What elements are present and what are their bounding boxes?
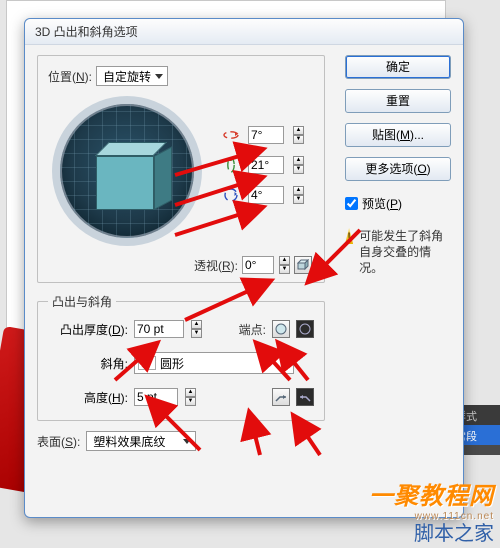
surface-label: 表面(S):	[37, 433, 80, 450]
extrude-depth-value[interactable]: 70 pt	[134, 320, 184, 338]
extrude-depth-label: 凸出厚度(D):	[48, 321, 128, 338]
preview-label: 预览(P)	[362, 195, 402, 212]
cap-on-button[interactable]	[272, 320, 290, 338]
more-options-button[interactable]: 更多选项(O)	[345, 157, 451, 181]
perspective-value[interactable]: 0°	[242, 256, 274, 274]
bevel-in-button[interactable]	[272, 388, 290, 406]
cap-off-button[interactable]	[296, 320, 314, 338]
group-position: 位置(N): 自定旋转 7° ▲▼	[37, 55, 325, 283]
watermark-site1: 一聚教程网 www.111cn.net	[369, 476, 494, 522]
bevel-height-value[interactable]: 5 pt	[134, 388, 178, 406]
bevel-height-label: 高度(H):	[48, 389, 128, 406]
map-art-button[interactable]: 贴图(M)...	[345, 123, 451, 147]
reset-button[interactable]: 重置	[345, 89, 451, 113]
cube-preview[interactable]	[52, 96, 202, 246]
dialog-3d-extrude-bevel: 3D 凸出和斜角选项 位置(N): 自定旋转	[24, 18, 464, 518]
ok-button[interactable]: 确定	[345, 55, 451, 79]
extrude-legend: 凸出与斜角	[48, 293, 116, 310]
surface-row: 表面(S): 塑料效果底纹	[37, 431, 451, 451]
bevel-swatch-icon	[138, 356, 156, 370]
watermark-site2: 脚本之家	[414, 517, 494, 546]
rotate-x-value[interactable]: 7°	[248, 126, 284, 144]
group-extrude-bevel: 凸出与斜角 凸出厚度(D): 70 pt ▲▼ 端点: 斜角:	[37, 293, 325, 421]
rotate-y-value[interactable]: 21°	[248, 156, 284, 174]
bevel-height-stepper[interactable]: ▲▼	[185, 388, 196, 406]
rotate-y-icon[interactable]	[222, 156, 240, 174]
preview-checkbox[interactable]	[345, 197, 358, 210]
bevel-out-button[interactable]	[296, 388, 314, 406]
position-label: 位置(N):	[48, 68, 92, 85]
dialog-button-column: 确定 重置 贴图(M)... 更多选项(O) 预览(P) 可能发生了斜角自身交叠…	[345, 55, 451, 276]
rotate-z-value[interactable]: 4°	[248, 186, 284, 204]
rotate-y-stepper[interactable]: ▲▼	[293, 156, 304, 174]
warning-icon	[345, 228, 353, 244]
preview-checkbox-row[interactable]: 预览(P)	[345, 195, 451, 212]
warning-message: 可能发生了斜角自身交叠的情况。	[345, 228, 451, 276]
rotate-x-stepper[interactable]: ▲▼	[293, 126, 304, 144]
rotate-z-stepper[interactable]: ▲▼	[293, 186, 304, 204]
cap-label: 端点:	[239, 321, 266, 338]
surface-dropdown[interactable]: 塑料效果底纹	[86, 431, 196, 451]
cube-icon	[96, 148, 174, 216]
extrude-depth-stepper[interactable]: ▲▼	[191, 320, 202, 338]
perspective-label: 透视(R):	[194, 257, 238, 274]
dialog-title: 3D 凸出和斜角选项	[25, 19, 463, 45]
rotate-z-icon[interactable]	[222, 186, 240, 204]
rotate-x-icon[interactable]	[222, 126, 240, 144]
perspective-stepper[interactable]: ▲▼	[279, 256, 290, 274]
perspective-cube-button[interactable]	[294, 256, 312, 274]
bevel-dropdown[interactable]: 圆形	[134, 352, 294, 374]
position-dropdown[interactable]: 自定旋转	[96, 66, 168, 86]
rotation-controls: 7° ▲▼ 21° ▲▼ 4° ▲▼	[222, 126, 312, 216]
bevel-label: 斜角:	[48, 355, 128, 372]
